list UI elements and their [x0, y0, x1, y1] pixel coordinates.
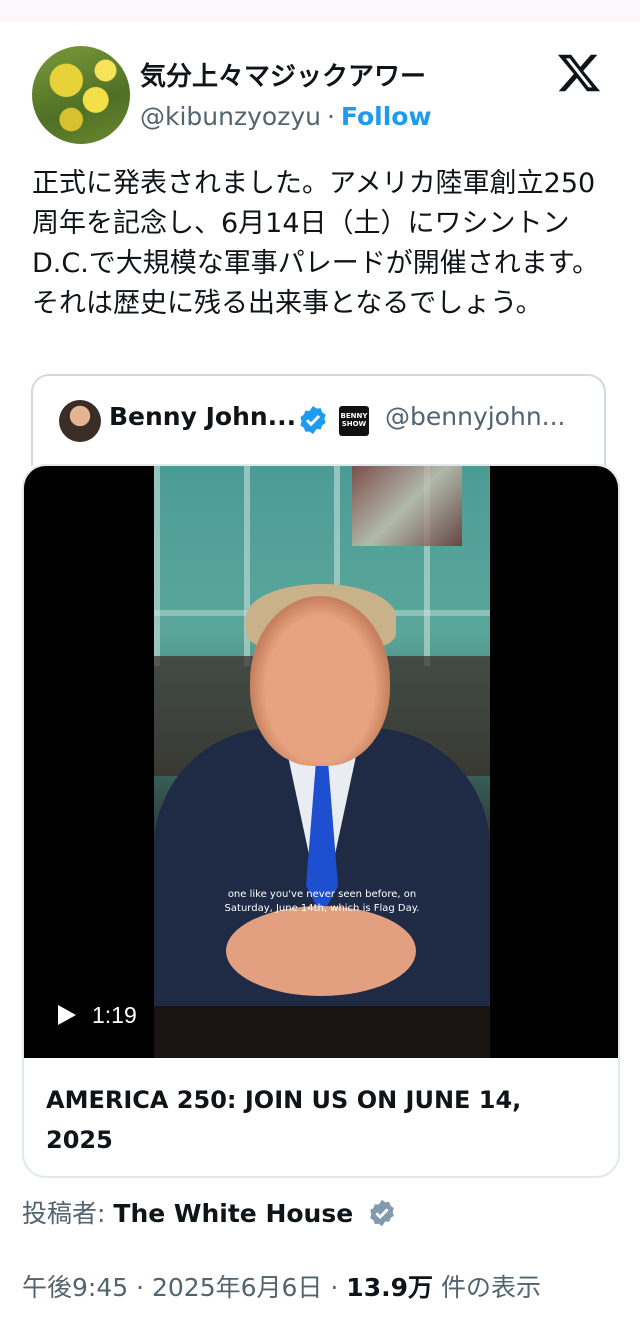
meta-separator: · [330, 1273, 339, 1302]
verified-badge-icon [300, 406, 326, 434]
affiliate-badge: BENNY SHOW [339, 406, 369, 436]
posted-by: 投稿者: The White House [22, 1194, 397, 1230]
posted-by-name[interactable]: The White House [113, 1199, 353, 1228]
view-count: 13.9万 [346, 1273, 433, 1302]
x-logo-icon[interactable] [556, 50, 602, 96]
video-player[interactable]: one like you've never seen before, on Sa… [24, 466, 618, 1058]
author-handle-row: @kibunzyozyu · Follow [140, 102, 432, 131]
quoted-tweet[interactable]: Benny John... BENNY SHOW @bennyjohn... [31, 374, 606, 466]
tweet-text: 正式に発表されました。アメリカ陸軍創立250周年を記念し、6月14日（土）にワシ… [32, 168, 600, 319]
post-time[interactable]: 午後9:45 [22, 1273, 128, 1302]
author-handle[interactable]: @kibunzyozyu [140, 102, 321, 131]
author-avatar[interactable] [32, 46, 130, 144]
author-display-name[interactable]: 気分上々マジックアワー [140, 56, 426, 93]
tweet-metadata: 午後9:45 · 2025年6月6日 · 13.9万 件の表示 [22, 1268, 541, 1304]
follow-button[interactable]: Follow [341, 102, 432, 131]
post-date[interactable]: 2025年6月6日 [152, 1273, 322, 1302]
video-frame [154, 466, 490, 1058]
gov-verified-icon [370, 1199, 395, 1227]
posted-by-label: 投稿者: [22, 1199, 106, 1228]
play-icon[interactable] [58, 1005, 76, 1025]
video-duration: 1:19 [92, 1001, 137, 1028]
video-controls[interactable]: 1:19 [58, 998, 137, 1032]
view-label: 件の表示 [440, 1273, 541, 1302]
meta-separator: · [136, 1273, 145, 1302]
video-subtitle: one like you've never seen before, on Sa… [224, 889, 420, 914]
separator-dot: · [326, 102, 335, 131]
video-card[interactable]: one like you've never seen before, on Sa… [22, 464, 620, 1178]
quoted-handle[interactable]: @bennyjohn... [385, 402, 566, 431]
quoted-avatar[interactable] [59, 400, 101, 442]
status-strip [0, 0, 640, 22]
quoted-display-name[interactable]: Benny John... [109, 402, 296, 431]
video-title[interactable]: AMERICA 250: JOIN US ON JUNE 14, 2025 [46, 1080, 586, 1160]
